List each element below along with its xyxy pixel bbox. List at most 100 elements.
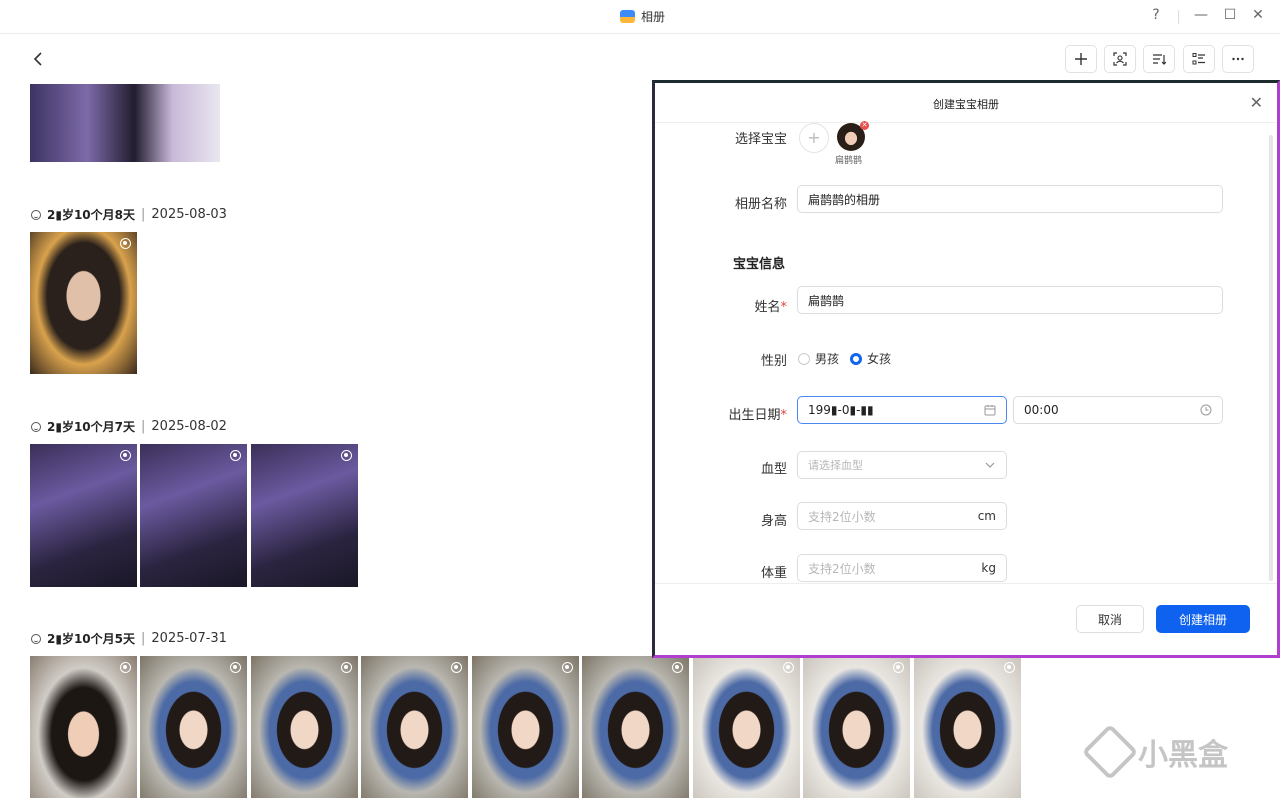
- photo-thumbnail[interactable]: [472, 656, 579, 798]
- photo-thumbnail[interactable]: [140, 444, 247, 587]
- more-icon: [1232, 57, 1244, 61]
- select-circle-icon[interactable]: [672, 662, 683, 673]
- date-label: 2025-07-31: [151, 631, 227, 646]
- weight-input[interactable]: 支持2位小数 kg: [797, 554, 1007, 582]
- date-header: 2▮岁10个月5天 | 2025-07-31: [31, 630, 227, 647]
- blood-type-select[interactable]: 请选择血型: [797, 451, 1007, 479]
- divider: [1178, 10, 1179, 24]
- birth-date-value: 199▮-0▮-▮▮: [808, 403, 874, 417]
- photo-thumbnail[interactable]: [30, 656, 137, 798]
- dialog-close-button[interactable]: ✕: [1250, 93, 1263, 112]
- help-button[interactable]: ?: [1147, 7, 1165, 23]
- chevron-down-icon: [985, 462, 995, 468]
- height-placeholder: 支持2位小数: [808, 509, 876, 524]
- dialog-header: 创建宝宝相册 ✕: [655, 83, 1277, 123]
- separator: |: [141, 419, 146, 434]
- age-label: 2▮岁10个月7天: [47, 420, 136, 434]
- list-view-icon: [1192, 53, 1205, 65]
- select-circle-icon[interactable]: [562, 662, 573, 673]
- weight-label: 体重: [760, 566, 787, 581]
- height-input[interactable]: 支持2位小数 cm: [797, 502, 1007, 530]
- smile-icon: [31, 633, 41, 644]
- face-scan-icon: [1113, 52, 1127, 66]
- select-circle-icon[interactable]: [230, 450, 241, 461]
- album-app-icon: [620, 10, 635, 23]
- gender-option-label: 男孩: [815, 352, 840, 366]
- app-title: 相册: [620, 8, 665, 25]
- radio-checked-icon: [850, 352, 862, 365]
- title-bar: 相册 ? — ☐ ✕: [0, 0, 1280, 34]
- watermark-text: 小黑盒: [1138, 738, 1228, 773]
- select-circle-icon[interactable]: [341, 450, 352, 461]
- height-unit: cm: [977, 509, 996, 523]
- album-name-input[interactable]: 扁鹊鹊的相册: [797, 185, 1223, 213]
- photo-thumbnail[interactable]: [30, 232, 137, 374]
- date-label: 2025-08-03: [151, 207, 227, 222]
- birth-date-label: 出生日期*: [728, 408, 787, 423]
- photo-thumbnail[interactable]: [30, 84, 220, 162]
- photo-thumbnail[interactable]: [914, 656, 1021, 798]
- separator: |: [141, 207, 146, 222]
- age-label: 2▮岁10个月8天: [47, 208, 136, 222]
- minimize-button[interactable]: —: [1192, 7, 1210, 23]
- select-circle-icon[interactable]: [230, 662, 241, 673]
- select-circle-icon[interactable]: [893, 662, 904, 673]
- select-circle-icon[interactable]: [120, 238, 131, 249]
- separator: |: [141, 631, 146, 646]
- baby-info-section-title: 宝宝信息: [733, 257, 786, 272]
- dialog-title: 创建宝宝相册: [933, 98, 999, 111]
- select-circle-icon[interactable]: [451, 662, 462, 673]
- selected-badge-icon: ✕: [860, 121, 869, 130]
- gender-option-label: 女孩: [867, 352, 892, 366]
- gender-option-boy[interactable]: 男孩: [798, 350, 839, 367]
- select-circle-icon[interactable]: [341, 662, 352, 673]
- radio-unchecked-icon: [798, 352, 810, 365]
- add-icon: [1075, 53, 1087, 65]
- window-title: 相册: [641, 10, 666, 24]
- date-header: 2▮岁10个月7天 | 2025-08-02: [31, 418, 227, 435]
- weight-unit: kg: [981, 561, 996, 575]
- album-name-label: 相册名称: [734, 197, 787, 212]
- gender-option-girl[interactable]: 女孩: [850, 350, 891, 367]
- blood-type-label: 血型: [760, 462, 787, 477]
- close-window-button[interactable]: ✕: [1249, 7, 1267, 23]
- list-view-button[interactable]: [1183, 45, 1215, 73]
- photo-thumbnail[interactable]: [803, 656, 910, 798]
- dialog-scrollbar[interactable]: [1269, 135, 1273, 581]
- chevron-left-icon: [33, 52, 42, 66]
- photo-thumbnail[interactable]: [693, 656, 800, 798]
- clock-icon: [1200, 404, 1212, 416]
- photo-thumbnail[interactable]: [251, 656, 358, 798]
- photo-thumbnail[interactable]: [251, 444, 358, 587]
- calendar-icon: [984, 405, 996, 416]
- select-circle-icon[interactable]: [120, 662, 131, 673]
- create-baby-album-dialog: 创建宝宝相册 ✕ 选择宝宝 + ✕ 扁鹊鹊 相册名称 扁鹊鹊的相册 宝宝信息 姓…: [652, 80, 1280, 658]
- date-label: 2025-08-02: [151, 419, 227, 434]
- birth-time-input[interactable]: 00:00: [1013, 396, 1223, 424]
- select-circle-icon[interactable]: [1004, 662, 1015, 673]
- photo-thumbnail[interactable]: [582, 656, 689, 798]
- blood-type-placeholder: 请选择血型: [808, 459, 863, 472]
- weight-placeholder: 支持2位小数: [808, 561, 876, 576]
- face-scan-button[interactable]: [1104, 45, 1136, 73]
- select-circle-icon[interactable]: [120, 450, 131, 461]
- select-circle-icon[interactable]: [783, 662, 794, 673]
- add-button[interactable]: [1065, 45, 1097, 73]
- sort-button[interactable]: [1143, 45, 1175, 73]
- baby-avatar-name: 扁鹊鹊: [835, 156, 863, 166]
- create-album-button[interactable]: 创建相册: [1156, 605, 1250, 633]
- sort-icon: [1153, 54, 1166, 65]
- height-label: 身高: [760, 514, 787, 529]
- photo-thumbnail[interactable]: [361, 656, 468, 798]
- more-button[interactable]: [1222, 45, 1254, 73]
- birth-date-input[interactable]: 199▮-0▮-▮▮: [797, 396, 1007, 424]
- maximize-button[interactable]: ☐: [1221, 7, 1239, 23]
- cancel-button[interactable]: 取消: [1076, 605, 1144, 633]
- add-baby-button[interactable]: +: [799, 123, 829, 153]
- heybox-logo-icon: [1081, 723, 1139, 781]
- photo-thumbnail[interactable]: [30, 444, 137, 587]
- back-button[interactable]: [30, 50, 48, 68]
- photo-thumbnail[interactable]: [140, 656, 247, 798]
- name-label: 姓名*: [754, 300, 787, 315]
- name-input[interactable]: 扁鹊鹊: [797, 286, 1223, 314]
